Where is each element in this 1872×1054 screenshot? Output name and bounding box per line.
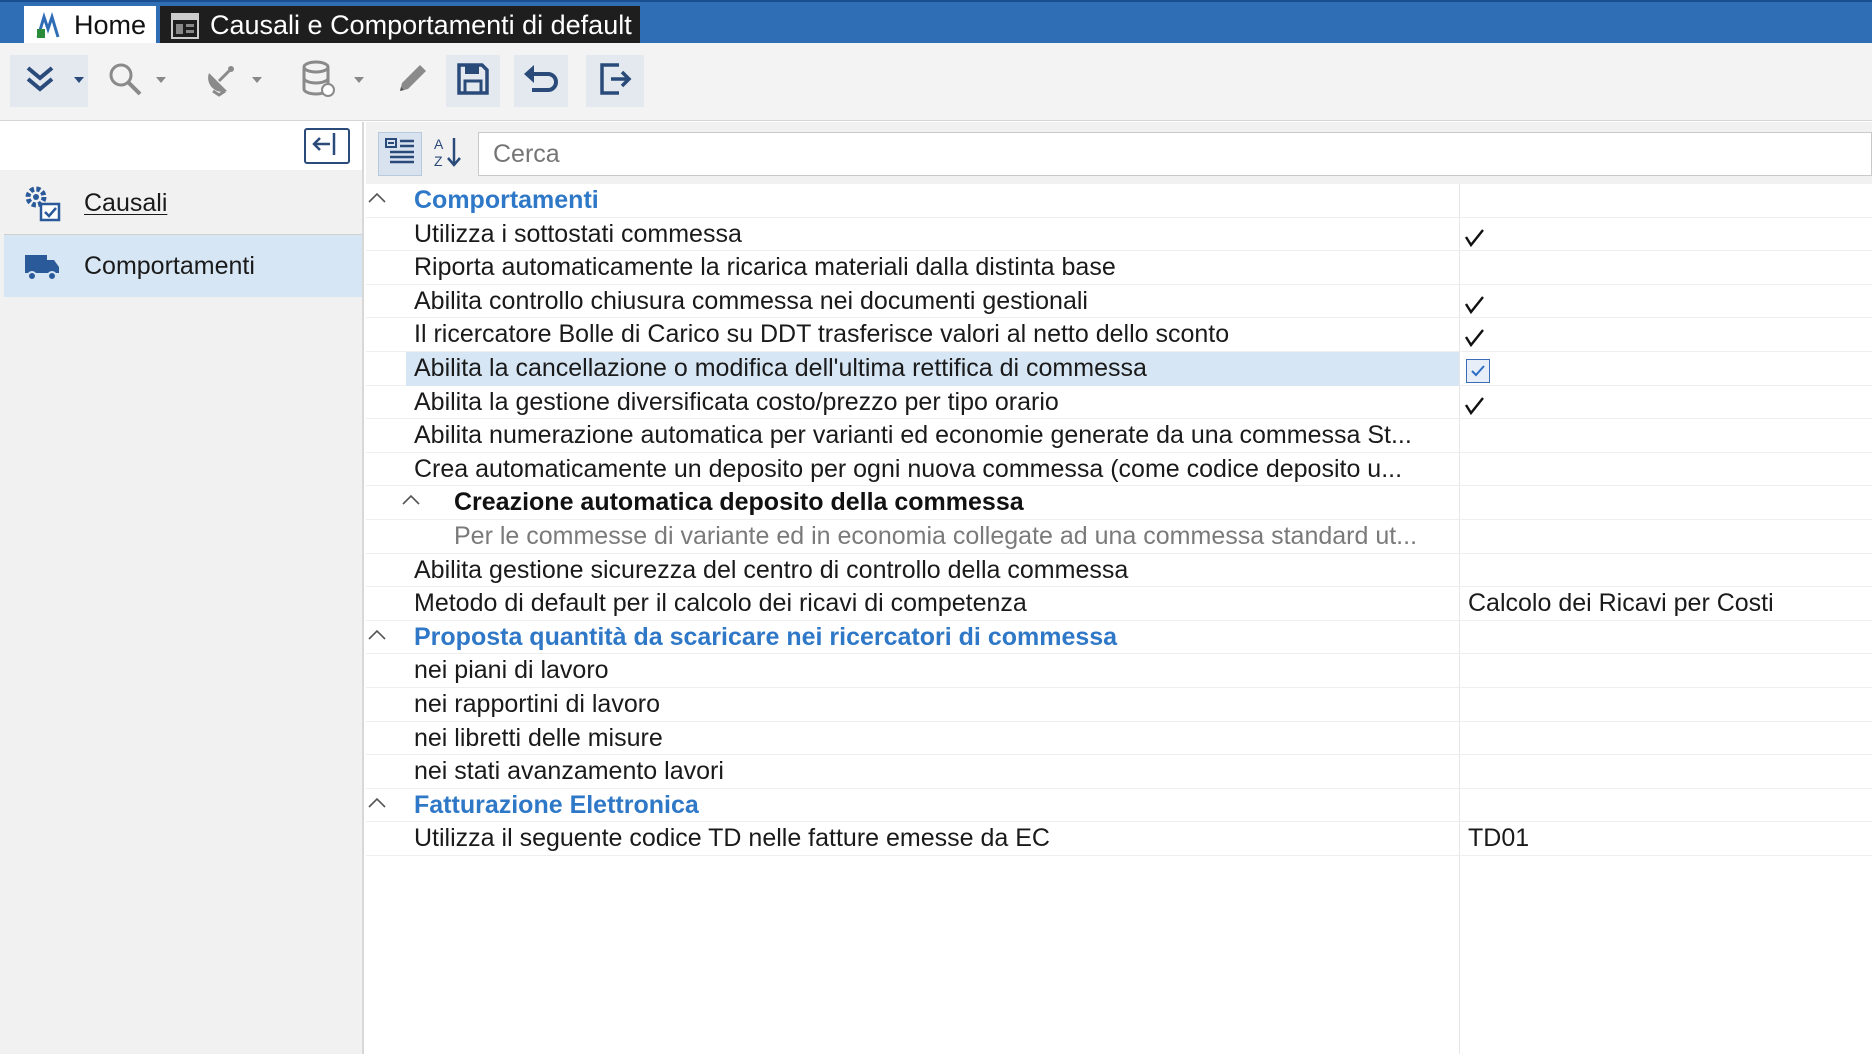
property-row[interactable]: nei stati avanzamento lavori (366, 755, 1872, 789)
database-button[interactable] (292, 55, 368, 107)
chevron-down-icon (354, 77, 364, 83)
truck-icon (22, 246, 62, 286)
property-panel: AZ Comportamenti Utilizza i sottostati co… (366, 122, 1872, 1054)
collapse-chevron-icon[interactable] (366, 190, 388, 204)
undo-arrow-icon (522, 62, 560, 101)
property-row[interactable]: Abilita la gestione diversificata costo/… (366, 386, 1872, 420)
property-row[interactable]: Il ricercatore Bolle di Carico su DDT tr… (366, 318, 1872, 352)
property-label: nei piani di lavoro (414, 656, 609, 685)
svg-text:A: A (434, 136, 444, 152)
property-label: Abilita controllo chiusura commessa nei … (414, 286, 1088, 315)
checkmark-icon[interactable] (1464, 328, 1486, 348)
collapse-chevron-icon[interactable] (400, 492, 422, 506)
sidebar-item-comportamenti[interactable]: Comportamenti (4, 235, 362, 297)
chevron-down-icon (252, 77, 262, 83)
category-row[interactable]: Comportamenti (366, 184, 1872, 218)
property-row[interactable]: Metodo di default per il calcolo dei ric… (366, 587, 1872, 621)
checkmark-icon[interactable] (1464, 396, 1486, 416)
categorized-view-button[interactable] (378, 132, 422, 176)
tools-button[interactable] (196, 55, 266, 107)
satellite-dish-icon (203, 61, 239, 102)
sidebar: Causali Comportamenti (0, 122, 364, 1054)
property-label: Comportamenti (414, 186, 599, 214)
property-label: Abilita la gestione diversificata costo/… (414, 387, 1059, 416)
window-form-icon (170, 11, 200, 41)
sidebar-header (0, 122, 362, 170)
checkbox-checked[interactable] (1466, 359, 1490, 383)
property-label: nei rapportini di lavoro (414, 690, 660, 718)
collapse-chevron-icon[interactable] (366, 627, 388, 641)
property-label: Abilita la cancellazione o modifica dell… (414, 354, 1147, 382)
property-row[interactable]: Crea automaticamente un deposito per ogn… (366, 453, 1872, 487)
exit-door-icon (597, 61, 633, 102)
property-label: Creazione automatica deposito della comm… (454, 488, 1024, 517)
tab-home-label: Home (74, 10, 147, 40)
property-row[interactable]: Abilita numerazione automatica per varia… (366, 419, 1872, 453)
property-row[interactable]: Abilita la cancellazione o modifica dell… (366, 352, 1872, 386)
property-label: Fatturazione Elettronica (414, 790, 699, 819)
database-icon (300, 60, 336, 103)
floppy-icon (456, 62, 490, 101)
title-bar: Home Causali e Comportamenti di default (0, 0, 1872, 45)
app-window: Home Causali e Comportamenti di default (0, 0, 1872, 1054)
tab-causali-comportamenti[interactable]: Causali e Comportamenti di default (160, 6, 640, 45)
property-row[interactable]: nei libretti delle misure (366, 722, 1872, 756)
collapse-chevron-icon[interactable] (366, 795, 388, 809)
subcategory-row[interactable]: Creazione automatica deposito della comm… (366, 486, 1872, 520)
collapse-left-icon (310, 131, 344, 162)
chevron-down-icon (156, 77, 166, 83)
magnifier-icon (107, 61, 143, 102)
property-label: nei stati avanzamento lavori (414, 757, 724, 786)
property-label: Utilizza i sottostati commessa (414, 219, 742, 248)
tab-home[interactable]: Home (24, 6, 156, 45)
tab-causali-label: Causali e Comportamenti di default (210, 10, 632, 40)
property-label: Abilita numerazione automatica per varia… (414, 421, 1412, 450)
property-row[interactable]: nei rapportini di lavoro (366, 688, 1872, 722)
property-label: Per le commesse di variante ed in econom… (454, 522, 1418, 550)
property-label: Utilizza il seguente codice TD nelle fat… (414, 824, 1050, 853)
exit-button[interactable] (586, 55, 644, 107)
property-label: Abilita gestione sicurezza del centro di… (414, 555, 1129, 584)
property-row[interactable]: Utilizza il seguente codice TD nelle fat… (366, 822, 1872, 856)
property-toolbar: AZ (366, 122, 1872, 184)
expand-all-button[interactable] (10, 55, 88, 107)
property-label: Riporta automaticamente la ricarica mate… (414, 253, 1116, 282)
property-label: nei libretti delle misure (414, 723, 663, 752)
property-row[interactable]: nei piani di lavoro (366, 654, 1872, 688)
search-button[interactable] (100, 55, 170, 107)
checkmark-icon[interactable] (1464, 228, 1486, 248)
property-value[interactable]: TD01 (1468, 822, 1529, 856)
sidebar-item-causali[interactable]: Causali (4, 172, 362, 234)
search-input[interactable] (478, 132, 1872, 176)
category-row[interactable]: Proposta quantità da scaricare nei ricer… (366, 621, 1872, 655)
sort-az-icon: AZ (432, 135, 464, 174)
category-row[interactable]: Fatturazione Elettronica (366, 789, 1872, 823)
sidebar-item-comportamenti-label: Comportamenti (84, 251, 255, 280)
categorized-list-icon (384, 137, 416, 172)
property-label: Metodo di default per il calcolo dei ric… (414, 589, 1027, 618)
svg-text:Z: Z (434, 153, 443, 169)
undo-button[interactable] (514, 55, 568, 107)
gears-icon (22, 183, 62, 223)
pencil-icon (394, 61, 430, 102)
property-row[interactable]: Utilizza i sottostati commessa (366, 218, 1872, 252)
checkmark-icon[interactable] (1464, 295, 1486, 315)
alphabetical-sort-button[interactable]: AZ (426, 132, 470, 176)
property-value[interactable]: Calcolo dei Ricavi per Costi (1468, 587, 1774, 621)
property-row[interactable]: Abilita gestione sicurezza del centro di… (366, 554, 1872, 588)
chevron-down-icon (74, 77, 84, 83)
app-logo-icon (34, 11, 64, 41)
sidebar-item-causali-label: Causali (84, 188, 168, 217)
property-row[interactable]: Abilita controllo chiusura commessa nei … (366, 285, 1872, 319)
save-button[interactable] (446, 55, 500, 107)
property-row[interactable]: Riporta automaticamente la ricarica mate… (366, 251, 1872, 285)
toolbar (0, 43, 1872, 121)
sidebar-collapse-button[interactable] (304, 128, 350, 164)
double-chevron-down-icon (24, 64, 56, 99)
edit-button[interactable] (390, 55, 434, 107)
property-label: Proposta quantità da scaricare nei ricer… (414, 622, 1118, 651)
description-row: Per le commesse di variante ed in econom… (366, 520, 1872, 554)
property-label: Il ricercatore Bolle di Carico su DDT tr… (414, 320, 1230, 349)
property-label: Crea automaticamente un deposito per ogn… (414, 454, 1403, 483)
